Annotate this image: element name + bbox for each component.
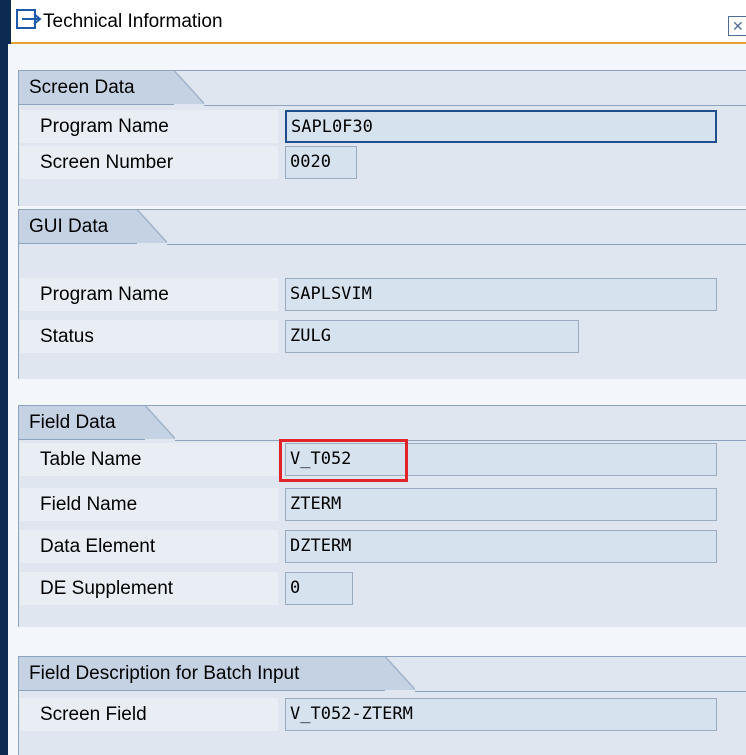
titlebar-edge bbox=[0, 0, 11, 44]
group-title-screen-data: Screen Data bbox=[19, 71, 204, 105]
data-element-label: Data Element bbox=[20, 530, 278, 563]
field-data-group: Field Data Table Name V_T052 Field Name … bbox=[18, 405, 746, 627]
field-name-label: Field Name bbox=[20, 488, 278, 521]
screen-number-label: Screen Number bbox=[20, 146, 278, 179]
group-title-batch-input: Field Description for Batch Input bbox=[19, 657, 415, 691]
gui-program-name-field[interactable]: SAPLSVIM bbox=[285, 278, 717, 311]
window-title: Technical Information bbox=[43, 11, 223, 32]
program-name-label: Program Name bbox=[20, 110, 278, 143]
screen-number-field[interactable]: 0020 bbox=[285, 146, 357, 179]
window-titlebar: Technical Information ✕ bbox=[0, 0, 746, 44]
close-icon[interactable]: ✕ bbox=[728, 16, 746, 36]
gui-data-group: GUI Data Program Name SAPLSVIM Status ZU… bbox=[18, 209, 746, 379]
window-arrow-icon bbox=[16, 9, 42, 29]
status-label: Status bbox=[20, 320, 278, 353]
table-name-label: Table Name bbox=[20, 443, 278, 476]
batch-input-group: Field Description for Batch Input Screen… bbox=[18, 656, 746, 755]
group-title-gui-data: GUI Data bbox=[19, 210, 167, 244]
gui-program-name-label: Program Name bbox=[20, 278, 278, 311]
de-supplement-field[interactable]: 0 bbox=[285, 572, 353, 605]
screen-field-label: Screen Field bbox=[20, 698, 278, 731]
field-name-field[interactable]: ZTERM bbox=[285, 488, 717, 521]
de-supplement-label: DE Supplement bbox=[20, 572, 278, 605]
program-name-field[interactable]: SAPL0F30 bbox=[285, 110, 717, 143]
table-name-highlight bbox=[279, 439, 408, 482]
screen-field-field[interactable]: V_T052-ZTERM bbox=[285, 698, 717, 731]
window-left-border bbox=[0, 44, 8, 755]
status-field[interactable]: ZULG bbox=[285, 320, 579, 353]
data-element-field[interactable]: DZTERM bbox=[285, 530, 717, 563]
group-title-field-data: Field Data bbox=[19, 406, 175, 440]
screen-data-group: Screen Data Program Name SAPL0F30 Screen… bbox=[18, 70, 746, 206]
